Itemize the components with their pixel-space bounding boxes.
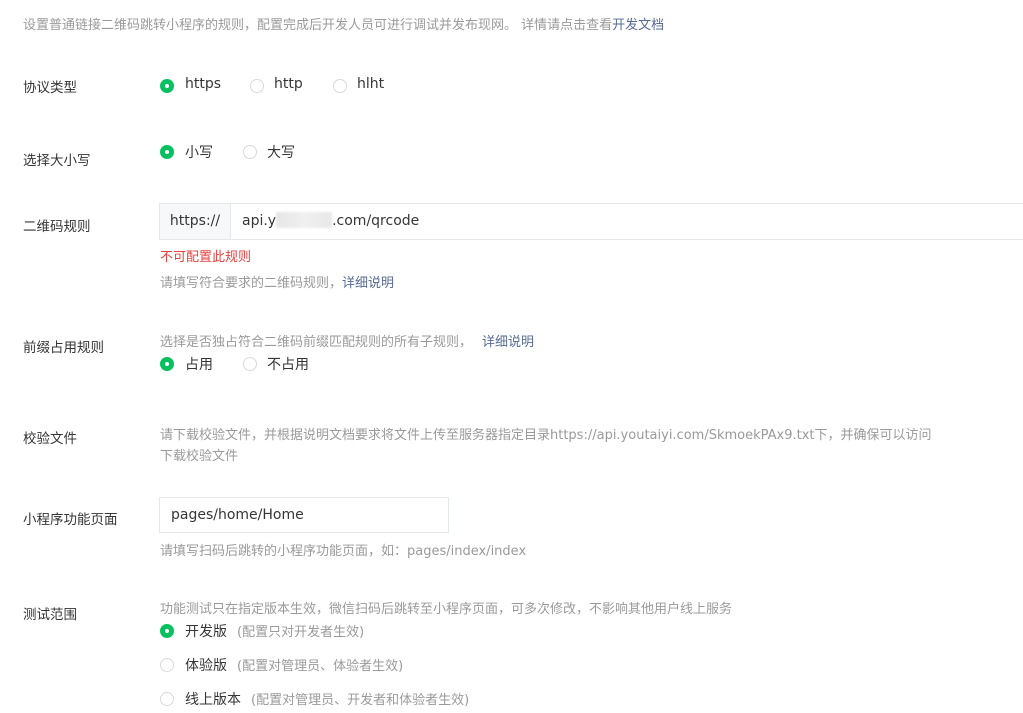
- protocol-https-label[interactable]: https: [185, 76, 221, 92]
- scope-release-label: 线上版本: [185, 692, 241, 708]
- protocol-https-radio[interactable]: [160, 79, 174, 93]
- protocol-hlht-radio[interactable]: [333, 79, 347, 93]
- prefix-not-occupy-label[interactable]: 不占用: [267, 354, 309, 374]
- scope-release-note: (配置对管理员、开发者和体验者生效): [251, 693, 470, 708]
- verify-file-label: 校验文件: [23, 431, 77, 447]
- scope-dev-radio[interactable]: [160, 624, 174, 638]
- scope-trial-note: (配置对管理员、体验者生效): [237, 659, 404, 674]
- qrcode-rule-hint: 请填写符合要求的二维码规则，详细说明: [160, 272, 394, 291]
- scope-trial-option[interactable]: 体验版 (配置对管理员、体验者生效): [185, 655, 403, 675]
- scope-dev-note: (配置只对开发者生效): [237, 625, 365, 640]
- protocol-label: 协议类型: [23, 80, 77, 96]
- case-lower-radio[interactable]: [160, 145, 174, 159]
- qrcode-value-end: .com/qrcode: [332, 213, 420, 229]
- protocol-hlht-label[interactable]: hlht: [357, 76, 384, 92]
- page-field[interactable]: pages/home/Home: [159, 497, 449, 533]
- case-upper-label[interactable]: 大写: [267, 142, 295, 162]
- page-label: 小程序功能页面: [23, 512, 118, 528]
- scope-trial-radio[interactable]: [160, 658, 174, 672]
- qrcode-rule-label: 二维码规则: [23, 219, 91, 235]
- case-label: 选择大小写: [23, 153, 91, 169]
- test-scope-label: 测试范围: [23, 607, 77, 623]
- qrcode-rule-error: 不可配置此规则: [160, 250, 252, 265]
- qrcode-prefix: https://: [160, 204, 231, 239]
- scope-dev-label: 开发版: [185, 624, 227, 640]
- dev-docs-link[interactable]: 开发文档: [612, 18, 664, 33]
- prefix-occupy-radio[interactable]: [160, 357, 174, 371]
- prefix-occupy-label[interactable]: 占用: [185, 354, 213, 374]
- prefix-rule-label: 前缀占用规则: [23, 340, 104, 356]
- qrcode-value-start: api.y: [242, 213, 277, 229]
- prefix-not-occupy-radio[interactable]: [243, 357, 257, 371]
- prefix-rule-desc: 选择是否独占符合二维码前缀匹配规则的所有子规则， 详细说明: [160, 331, 534, 350]
- intro-text: 设置普通链接二维码跳转小程序的规则，配置完成后开发人员可进行调试并发布现网。 详…: [23, 14, 664, 33]
- test-scope-desc: 功能测试只在指定版本生效，微信扫码后跳转至小程序页面，可多次修改，不影响其他用户…: [160, 602, 733, 617]
- case-upper-radio[interactable]: [243, 145, 257, 159]
- download-verify-file-link[interactable]: 下载校验文件: [160, 445, 238, 464]
- qrcode-rule-input[interactable]: api.y .com/qrcode: [242, 204, 419, 239]
- scope-release-radio[interactable]: [160, 692, 174, 706]
- protocol-http-label[interactable]: http: [274, 76, 303, 92]
- verify-file-desc: 请下载校验文件，并根据说明文档要求将文件上传至服务器指定目录https://ap…: [160, 428, 932, 443]
- page-hint: 请填写扫码后跳转的小程序功能页面，如：pages/index/index: [160, 544, 527, 559]
- prefix-desc-text: 选择是否独占符合二维码前缀匹配规则的所有子规则，: [160, 335, 473, 350]
- scope-trial-label: 体验版: [185, 658, 227, 674]
- qrcode-detail-link[interactable]: 详细说明: [342, 276, 394, 291]
- prefix-detail-link[interactable]: 详细说明: [482, 335, 534, 350]
- intro-description: 设置普通链接二维码跳转小程序的规则，配置完成后开发人员可进行调试并发布现网。 详…: [23, 18, 613, 33]
- qrcode-hint-text: 请填写符合要求的二维码规则，: [160, 276, 343, 291]
- qrcode-rule-field[interactable]: https:// api.y .com/qrcode: [159, 203, 1023, 240]
- scope-release-option[interactable]: 线上版本 (配置对管理员、开发者和体验者生效): [185, 689, 469, 709]
- protocol-http-radio[interactable]: [250, 79, 264, 93]
- page-input[interactable]: pages/home/Home: [171, 498, 304, 532]
- scope-dev-option[interactable]: 开发版 (配置只对开发者生效): [185, 621, 364, 641]
- redacted-block: [276, 212, 333, 228]
- case-lower-label[interactable]: 小写: [185, 142, 213, 162]
